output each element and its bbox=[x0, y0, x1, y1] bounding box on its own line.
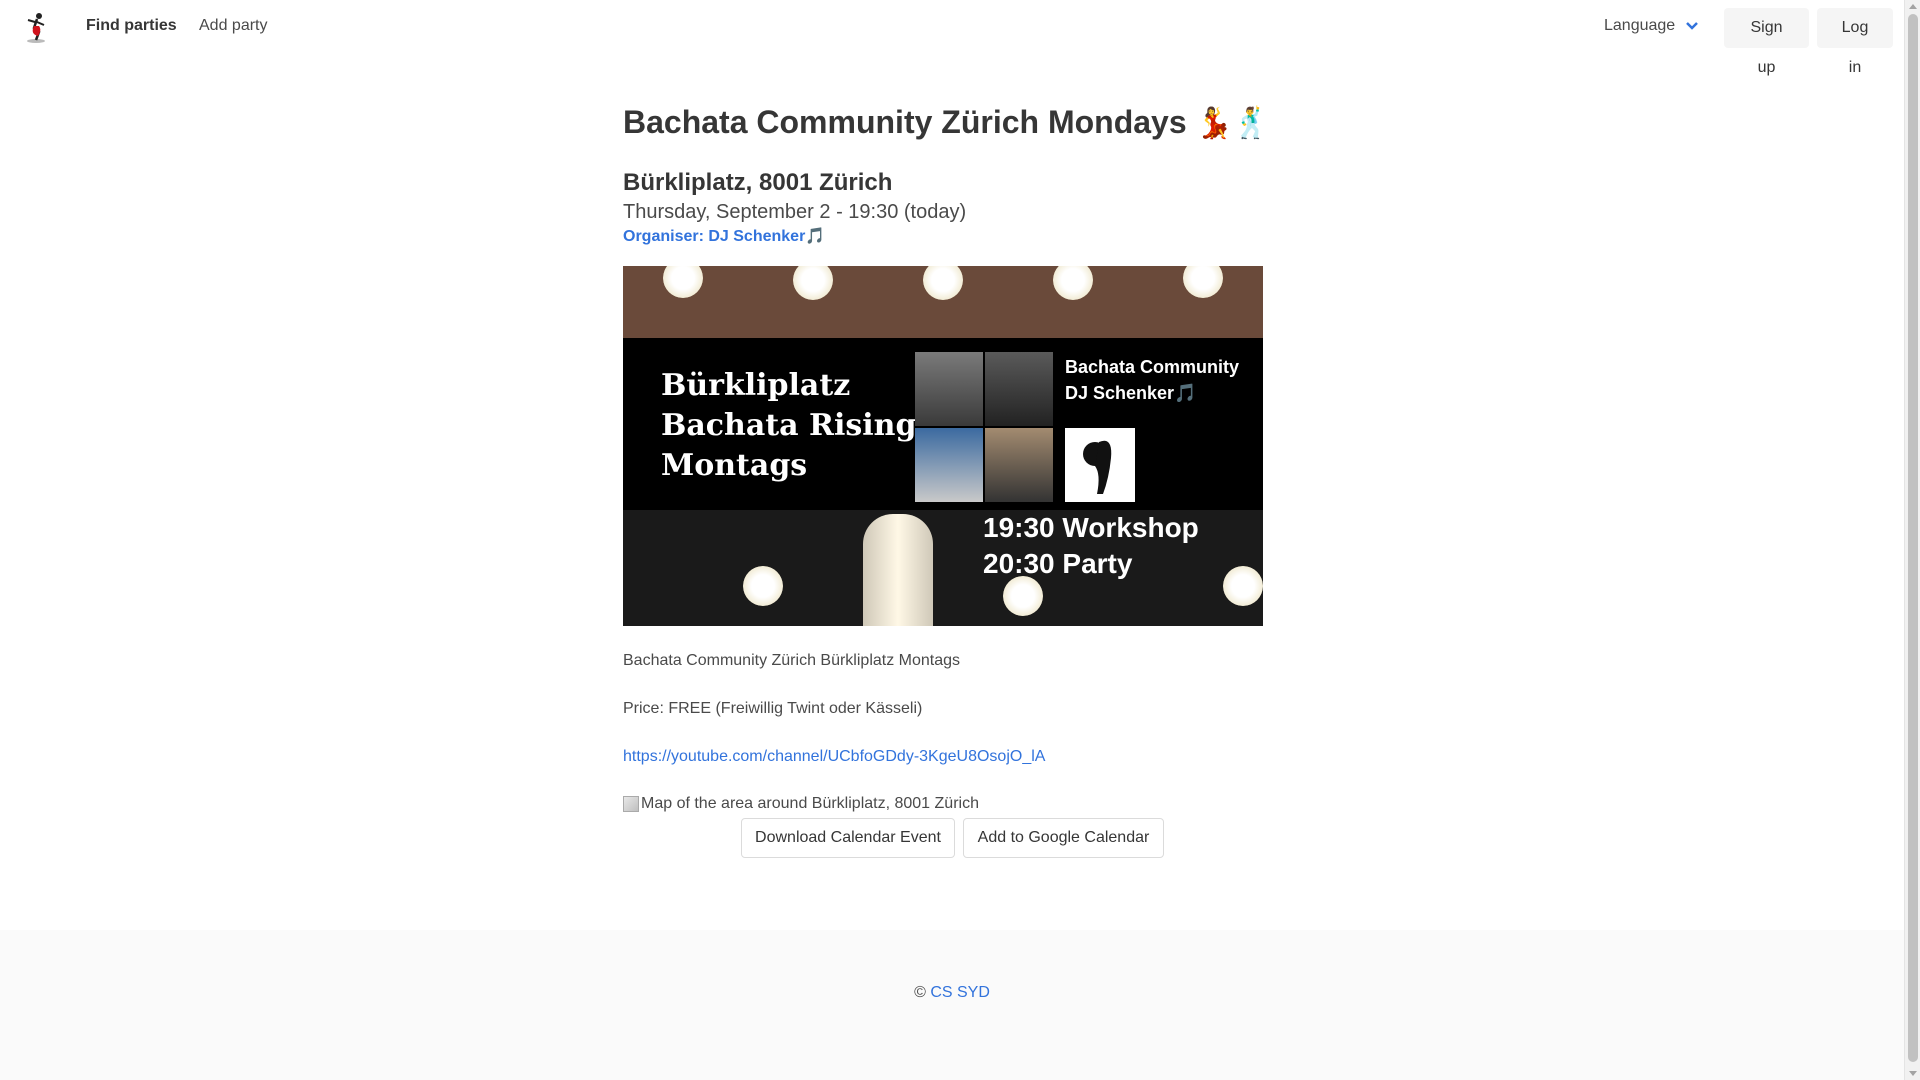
dancer-logo-icon[interactable] bbox=[22, 12, 52, 44]
dancer-silhouette-icon bbox=[1065, 428, 1135, 502]
top-navbar: Find parties Add party Language Sign up … bbox=[0, 0, 1904, 76]
footer-copyright: © CS SYD bbox=[0, 984, 1904, 1002]
album-cover bbox=[985, 428, 1053, 502]
language-dropdown[interactable]: Language bbox=[1604, 17, 1699, 35]
light-bulb bbox=[1003, 576, 1043, 616]
poster-line: DJ Schenker🎵 bbox=[1065, 383, 1197, 403]
footer: © CS SYD bbox=[0, 930, 1904, 1080]
event-title: Bachata Community Zürich Mondays bbox=[623, 104, 1187, 140]
nav-find-parties[interactable]: Find parties bbox=[86, 17, 177, 35]
broken-image-icon bbox=[623, 796, 639, 812]
poster-line: Montags bbox=[661, 448, 808, 483]
price-text: Price: FREE (Freiwillig Twint oder Kässe… bbox=[623, 700, 923, 717]
scroll-down-icon[interactable] bbox=[1909, 1071, 1917, 1076]
event-details: Bachata Community Zürich Mondays 💃🕺 Bürk… bbox=[623, 96, 1270, 248]
album-cover bbox=[915, 428, 983, 502]
event-poster-image: Bürkliplatz Bachata Rising Montags Bacha… bbox=[623, 266, 1263, 626]
album-cover bbox=[915, 352, 983, 426]
log-in-button[interactable]: Log in bbox=[1817, 8, 1893, 76]
download-calendar-button[interactable]: Download Calendar Event bbox=[741, 818, 955, 858]
poster-line: 20:30 Party bbox=[983, 548, 1133, 579]
event-organiser[interactable]: Organiser: DJ Schenker🎵 bbox=[623, 226, 1263, 248]
map-alt-text: Map of the area around Bürkliplatz, 8001… bbox=[641, 795, 979, 812]
album-cover bbox=[985, 352, 1053, 426]
poster-pillar bbox=[863, 514, 933, 626]
dancers-emoji: 💃🕺 bbox=[1195, 107, 1271, 140]
light-bulb bbox=[743, 566, 783, 606]
sign-up-button[interactable]: Sign up bbox=[1724, 8, 1809, 76]
youtube-link[interactable]: https://youtube.com/channel/UCbfoGDdy-3K… bbox=[623, 748, 1045, 765]
description-text: Bachata Community Zürich Bürkliplatz Mon… bbox=[623, 652, 961, 669]
poster-line: Bachata Community bbox=[1065, 357, 1240, 377]
page-title: Bachata Community Zürich Mondays 💃🕺 bbox=[623, 96, 1270, 148]
poster-bottom-text: 19:30 Workshop 20:30 Party bbox=[983, 510, 1199, 582]
copyright-symbol: © bbox=[914, 984, 926, 1001]
footer-link[interactable]: CS SYD bbox=[930, 984, 990, 1001]
google-calendar-button[interactable]: Add to Google Calendar bbox=[963, 818, 1164, 858]
vertical-scrollbar[interactable] bbox=[1904, 0, 1920, 1080]
poster-line: 19:30 Workshop bbox=[983, 512, 1199, 543]
light-bulb bbox=[1223, 566, 1263, 606]
poster-left-text: Bürkliplatz Bachata Rising Montags bbox=[661, 366, 916, 486]
event-date: Thursday, September 2 - 19:30 (today) bbox=[623, 201, 967, 223]
poster-line: Bachata Rising bbox=[661, 408, 917, 443]
poster-right-text: Bachata Community DJ Schenker🎵 bbox=[1065, 354, 1239, 406]
event-location: Bürkliplatz, 8001 Zürich bbox=[623, 169, 893, 196]
language-label: Language bbox=[1604, 17, 1676, 34]
event-description: Bachata Community Zürich Bürkliplatz Mon… bbox=[623, 650, 1263, 794]
nav-add-party[interactable]: Add party bbox=[199, 17, 267, 35]
map-image: Map of the area around Bürkliplatz, 8001… bbox=[623, 795, 979, 813]
scroll-up-icon[interactable] bbox=[1909, 4, 1917, 9]
scroll-thumb[interactable] bbox=[1908, 14, 1918, 1062]
poster-line: Bürkliplatz bbox=[661, 368, 851, 403]
chevron-down-icon bbox=[1686, 22, 1699, 30]
